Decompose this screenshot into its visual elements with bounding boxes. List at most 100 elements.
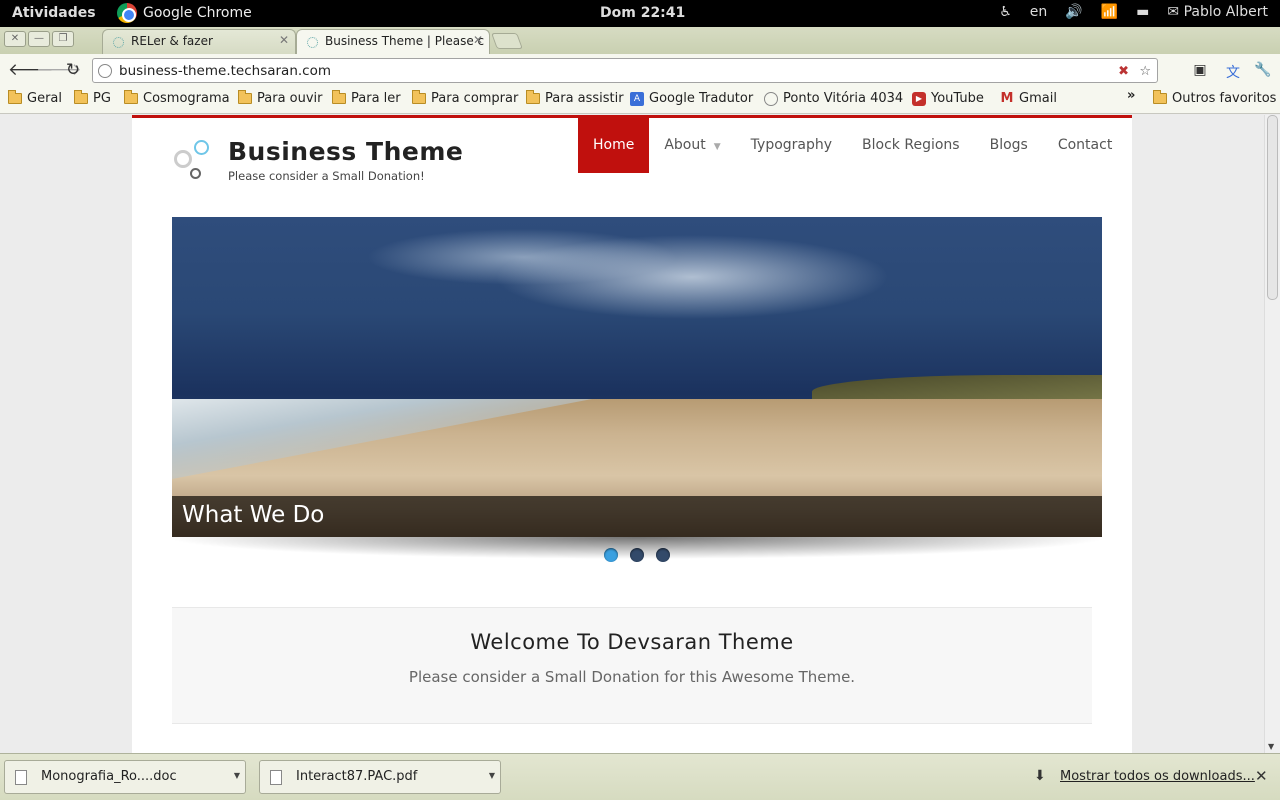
site-slogan: Please consider a Small Donation! — [228, 169, 425, 183]
bookmark-pg[interactable]: PG — [74, 90, 111, 106]
bookmark-para-ler[interactable]: Para ler — [332, 90, 401, 106]
scrollbar-thumb[interactable] — [1267, 115, 1278, 300]
slider-dot-3[interactable] — [656, 548, 670, 562]
volume-icon[interactable]: 🔊 — [1065, 4, 1082, 20]
menu-typography[interactable]: Typography — [736, 118, 847, 173]
bookmark-youtube[interactable]: ▶ YouTube — [912, 91, 984, 106]
bookmark-ponto-vitoria[interactable]: Ponto Vitória 4034 — [764, 91, 903, 106]
translate-icon: A — [630, 91, 644, 106]
slider-dot-2[interactable] — [630, 548, 644, 562]
window-controls: ✕ — ❐ — [4, 31, 74, 47]
menu-block-regions[interactable]: Block Regions — [847, 118, 975, 173]
scroll-down-arrow-icon[interactable]: ▼ — [1268, 742, 1274, 751]
globe-icon — [764, 91, 778, 106]
app-name: Google Chrome — [143, 5, 252, 21]
menu-blogs[interactable]: Blogs — [975, 118, 1043, 173]
menu-about[interactable]: About ▼ — [649, 118, 735, 173]
show-all-downloads-link[interactable]: Mostrar todos os downloads... — [1060, 769, 1255, 784]
menu-label: About — [664, 137, 706, 153]
chevron-down-icon[interactable]: ▼ — [229, 761, 245, 793]
image-slider[interactable]: What We Do — [172, 217, 1102, 537]
folder-icon — [412, 90, 426, 104]
bookmark-star-icon[interactable]: ☆ — [1139, 64, 1151, 79]
slider-dot-1[interactable] — [604, 548, 618, 562]
download-item-interact[interactable]: Interact87.PAC.pdf ▼ — [259, 760, 501, 794]
menu-contact[interactable]: Contact — [1043, 118, 1127, 173]
main-menu: Home About ▼ Typography Block Regions Blo… — [578, 118, 1127, 173]
tab-business-theme[interactable]: Business Theme | Please c ✕ — [296, 29, 490, 54]
bookmark-label: Para assistir — [545, 91, 624, 106]
user-menu[interactable]: ✉ Pablo Albert — [1167, 4, 1268, 20]
activities-button[interactable]: Atividades — [12, 5, 96, 21]
tab-favicon-icon — [307, 37, 318, 48]
new-tab-button[interactable] — [491, 33, 523, 49]
address-bar[interactable]: ✖ ☆ — [92, 58, 1158, 83]
bookmark-gmail[interactable]: M Gmail — [1000, 91, 1057, 106]
bookmark-para-assistir[interactable]: Para assistir — [526, 90, 624, 106]
chrome-icon — [117, 3, 137, 23]
folder-icon — [332, 90, 346, 104]
url-input[interactable] — [117, 61, 1117, 80]
tab-close-icon[interactable]: ✕ — [279, 33, 289, 47]
back-arrow-icon[interactable]: 🡐 — [8, 61, 54, 79]
bookmark-para-ouvir[interactable]: Para ouvir — [238, 90, 323, 106]
globe-icon — [98, 64, 112, 78]
tab-strip: ✕ — ❐ RELer & fazer ✕ Business Theme | P… — [0, 27, 1280, 54]
chevron-down-icon: ▼ — [713, 142, 721, 152]
maximize-window-icon[interactable]: ❐ — [52, 31, 74, 47]
menu-home[interactable]: Home — [578, 118, 650, 173]
tab-reler[interactable]: RELer & fazer ✕ — [102, 29, 296, 54]
folder-icon — [238, 90, 252, 104]
site-logo-icon[interactable] — [172, 140, 216, 184]
close-icon[interactable]: ✕ — [1255, 767, 1268, 785]
app-menu[interactable]: Google Chrome — [117, 3, 252, 23]
folder-icon — [1153, 90, 1167, 104]
system-top-bar: Atividades Google Chrome Dom 22:41 ♿ en … — [0, 0, 1280, 27]
download-item-monografia[interactable]: Monografia_Ro....doc ▼ — [4, 760, 246, 794]
bookmark-label: Outros favoritos — [1172, 91, 1277, 106]
site-page: Business Theme Please consider a Small D… — [132, 115, 1132, 753]
bookmark-label: Geral — [27, 91, 62, 106]
blocked-cookies-icon[interactable]: ✖ — [1118, 64, 1129, 79]
bookmark-google-tradutor[interactable]: A Google Tradutor — [630, 91, 753, 106]
translate-extension-icon[interactable]: 文 — [1224, 62, 1242, 81]
page-viewport: Business Theme Please consider a Small D… — [0, 115, 1264, 753]
more-bookmarks-chevron-icon[interactable]: » — [1127, 88, 1135, 103]
page-scrollbar[interactable]: ▼ — [1264, 115, 1280, 753]
extension-icon[interactable]: ▣ — [1191, 62, 1209, 80]
bookmark-label: PG — [93, 91, 111, 106]
clock[interactable]: Dom 22:41 — [600, 5, 685, 21]
browser-toolbar: 🡐 🡒 ↻ ✖ ☆ ▣ 文 🔧 — [0, 54, 1280, 87]
youtube-icon: ▶ — [912, 91, 926, 106]
wifi-icon[interactable]: 📶 — [1101, 4, 1118, 20]
keyboard-layout[interactable]: en — [1030, 4, 1048, 20]
welcome-heading: Welcome To Devsaran Theme — [470, 630, 794, 654]
other-bookmarks[interactable]: Outros favoritos — [1153, 90, 1277, 106]
bookmark-label: Google Tradutor — [649, 91, 754, 106]
tab-close-icon[interactable]: ✕ — [473, 33, 483, 47]
bookmarks-bar: Geral PG Cosmograma Para ouvir Para ler … — [0, 87, 1280, 114]
reload-icon[interactable]: ↻ — [64, 61, 82, 79]
site-title[interactable]: Business Theme — [228, 137, 463, 166]
battery-icon[interactable]: ▬ — [1136, 4, 1149, 20]
folder-icon — [526, 90, 540, 104]
welcome-block: Welcome To Devsaran Theme Please conside… — [172, 607, 1092, 724]
document-icon — [15, 770, 27, 785]
download-name: Interact87.PAC.pdf — [296, 769, 418, 784]
minimize-window-icon[interactable]: — — [28, 31, 50, 47]
bookmark-cosmograma[interactable]: Cosmograma — [124, 90, 230, 106]
welcome-text: Please consider a Small Donation for thi… — [408, 668, 856, 686]
bookmark-para-comprar[interactable]: Para comprar — [412, 90, 519, 106]
folder-icon — [8, 90, 22, 104]
folder-icon — [124, 90, 138, 104]
bookmark-label: Para comprar — [431, 91, 519, 106]
chevron-down-icon[interactable]: ▼ — [484, 761, 500, 793]
tab-title: Business Theme | Please c — [325, 34, 485, 48]
forward-arrow-icon[interactable]: 🡒 — [36, 61, 82, 79]
wrench-menu-icon[interactable]: 🔧 — [1254, 62, 1272, 80]
accessibility-icon[interactable]: ♿ — [999, 4, 1012, 20]
close-window-icon[interactable]: ✕ — [4, 31, 26, 47]
tab-favicon-icon — [113, 37, 124, 48]
download-name: Monografia_Ro....doc — [41, 769, 177, 784]
bookmark-geral[interactable]: Geral — [8, 90, 62, 106]
